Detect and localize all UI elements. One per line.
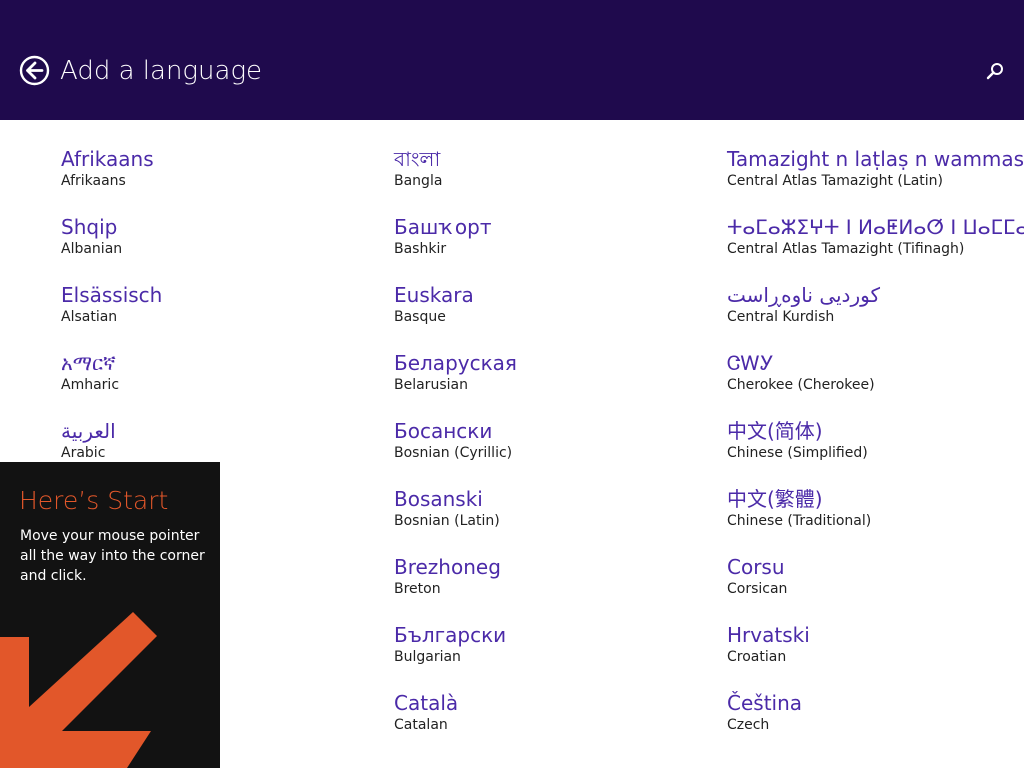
start-tip-body: Move your mouse pointer all the way into… (20, 528, 205, 584)
language-item-belarusian[interactable]: Беларуская Belarusian (394, 350, 694, 410)
language-native-name: Čeština (727, 691, 803, 715)
language-native-name: ᏣᎳᎩ (727, 351, 774, 375)
language-native-name: Afrikaans (61, 147, 154, 171)
language-english-name: Central Atlas Tamazight (Tifinagh) (727, 241, 965, 257)
language-item-czech[interactable]: Čeština Czech (727, 690, 1024, 750)
language-item-albanian[interactable]: Shqip Albanian (61, 214, 361, 274)
language-native-name: Euskara (394, 283, 474, 307)
language-native-name: Български (394, 623, 507, 647)
language-english-name: Belarusian (394, 377, 468, 393)
language-item-bulgarian[interactable]: Български Bulgarian (394, 622, 694, 682)
language-english-name: Breton (394, 581, 441, 597)
language-english-name: Albanian (61, 241, 123, 257)
arrow-down-left-icon (0, 612, 157, 768)
language-native-name: Elsässisch (61, 283, 163, 307)
language-item-catalan[interactable]: Català Catalan (394, 690, 694, 750)
language-english-name: Cherokee (Cherokee) (727, 377, 875, 393)
back-arrow-circle-icon (19, 55, 50, 86)
language-native-name: Bosanski (394, 487, 483, 511)
language-item-central-kurdish[interactable]: كوردیی ناوەڕاست Central Kurdish (727, 282, 1024, 342)
language-native-name: 中文(简体) (727, 419, 823, 443)
language-english-name: Bashkir (394, 241, 447, 257)
language-item-bangla[interactable]: বাংলা Bangla (394, 146, 694, 206)
language-english-name: Bosnian (Cyrillic) (394, 445, 513, 461)
back-button[interactable] (19, 55, 50, 86)
language-item-basque[interactable]: Euskara Basque (394, 282, 694, 342)
app-header: Add a language (0, 0, 1024, 120)
language-english-name: Croatian (727, 649, 787, 665)
start-tip-title: Here’s Start (19, 486, 169, 515)
language-item-chinese-traditional[interactable]: 中文(繁體) Chinese (Traditional) (727, 486, 1024, 546)
language-english-name: Catalan (394, 717, 448, 733)
language-native-name: 中文(繁體) (727, 487, 823, 511)
language-item-central-atlas-tamazight-latin[interactable]: Tamazight n laṭlaṣ n wammas Central Atla… (727, 146, 1024, 206)
language-item-croatian[interactable]: Hrvatski Croatian (727, 622, 1024, 682)
language-english-name: Chinese (Traditional) (727, 513, 872, 529)
language-english-name: Afrikaans (61, 173, 126, 189)
language-english-name: Bangla (394, 173, 443, 189)
language-native-name: ⵜⴰⵎⴰⵣⵉⵖⵜ ⵏ ⵍⴰⵟⵍⴰⵚ ⵏ ⵡⴰⵎⵎⴰⵙ (727, 215, 1024, 239)
language-english-name: Amharic (61, 377, 120, 393)
language-item-amharic[interactable]: አማርኛ Amharic (61, 350, 361, 410)
language-native-name: Башҡорт (394, 215, 492, 239)
page-title: Add a language (60, 56, 263, 86)
language-native-name: Brezhoneg (394, 555, 501, 579)
search-button[interactable] (984, 60, 1006, 82)
language-english-name: Central Kurdish (727, 309, 835, 325)
language-native-name: Беларуская (394, 351, 517, 375)
language-english-name: Bulgarian (394, 649, 461, 665)
language-item-bashkir[interactable]: Башҡорт Bashkir (394, 214, 694, 274)
language-native-name: አማርኛ (61, 351, 116, 375)
language-item-cherokee[interactable]: ᏣᎳᎩ Cherokee (Cherokee) (727, 350, 1024, 410)
language-item-bosnian-latin[interactable]: Bosanski Bosnian (Latin) (394, 486, 694, 546)
language-item-bosnian-cyrillic[interactable]: Босански Bosnian (Cyrillic) (394, 418, 694, 478)
language-item-central-atlas-tamazight-tifinagh[interactable]: ⵜⴰⵎⴰⵣⵉⵖⵜ ⵏ ⵍⴰⵟⵍⴰⵚ ⵏ ⵡⴰⵎⵎⴰⵙ Central Atlas… (727, 214, 1024, 274)
language-english-name: Arabic (61, 445, 106, 461)
language-native-name: Català (394, 691, 459, 715)
language-native-name: বাংলা (394, 147, 441, 171)
language-english-name: Czech (727, 717, 770, 733)
language-english-name: Bosnian (Latin) (394, 513, 500, 529)
language-item-breton[interactable]: Brezhoneg Breton (394, 554, 694, 614)
language-english-name: Basque (394, 309, 446, 325)
language-item-chinese-simplified[interactable]: 中文(简体) Chinese (Simplified) (727, 418, 1024, 478)
language-english-name: Corsican (727, 581, 788, 597)
language-native-name: العربية (61, 419, 116, 443)
language-native-name: Corsu (727, 555, 785, 579)
language-native-name: كوردیی ناوەڕاست (727, 283, 880, 307)
language-item-alsatian[interactable]: Elsässisch Alsatian (61, 282, 361, 342)
language-native-name: Босански (394, 419, 493, 443)
language-english-name: Alsatian (61, 309, 118, 325)
language-english-name: Chinese (Simplified) (727, 445, 868, 461)
language-item-corsican[interactable]: Corsu Corsican (727, 554, 1024, 614)
language-item-afrikaans[interactable]: Afrikaans Afrikaans (61, 146, 361, 206)
language-native-name: Hrvatski (727, 623, 810, 647)
language-english-name: Central Atlas Tamazight (Latin) (727, 173, 943, 189)
language-native-name: Tamazight n laṭlaṣ n wammas (727, 147, 1024, 171)
search-icon (986, 63, 1003, 80)
language-native-name: Shqip (61, 215, 118, 239)
